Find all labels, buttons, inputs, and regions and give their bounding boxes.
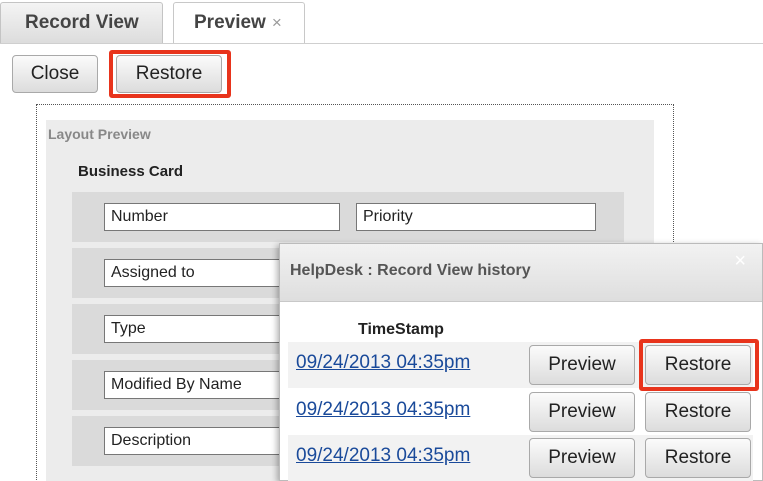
preview-button[interactable]: Preview	[529, 392, 635, 432]
timestamp-link[interactable]: 09/24/2013 04:35pm	[296, 352, 470, 374]
restore-button[interactable]: Restore	[645, 345, 751, 385]
dialog-title: HelpDesk : Record View history	[290, 262, 531, 279]
timestamp-link[interactable]: 09/24/2013 04:35pm	[296, 399, 470, 421]
tab-preview[interactable]: Preview ×	[173, 2, 305, 44]
tab-label: Record View	[25, 12, 139, 33]
field-priority: Priority	[356, 203, 596, 231]
restore-button[interactable]: Restore	[645, 438, 751, 478]
tab-label: Preview	[194, 12, 266, 33]
tab-divider	[0, 43, 763, 44]
layout-preview-title: Layout Preview	[48, 126, 151, 142]
preview-button[interactable]: Preview	[529, 345, 635, 385]
business-card-title: Business Card	[78, 163, 184, 180]
close-icon[interactable]: ×	[734, 250, 746, 273]
record-view-history-dialog: HelpDesk : Record View history × TimeSta…	[279, 243, 763, 481]
preview-button[interactable]: Preview	[529, 438, 635, 478]
restore-button[interactable]: Restore	[645, 392, 751, 432]
close-tab-icon[interactable]: ×	[272, 13, 282, 32]
history-row: 09/24/2013 04:35pm Preview Restore	[288, 339, 759, 391]
dialog-header: HelpDesk : Record View history ×	[280, 244, 762, 302]
close-button[interactable]: Close	[12, 55, 98, 93]
timestamp-link[interactable]: 09/24/2013 04:35pm	[296, 445, 470, 467]
timestamp-column-header: TimeStamp	[358, 321, 444, 338]
field-number: Number	[104, 203, 340, 231]
restore-button[interactable]: Restore	[116, 55, 222, 93]
history-row: 09/24/2013 04:35pm Preview Restore	[288, 435, 753, 481]
tab-record-view[interactable]: Record View	[0, 2, 163, 44]
history-row: 09/24/2013 04:35pm Preview Restore	[288, 389, 753, 435]
